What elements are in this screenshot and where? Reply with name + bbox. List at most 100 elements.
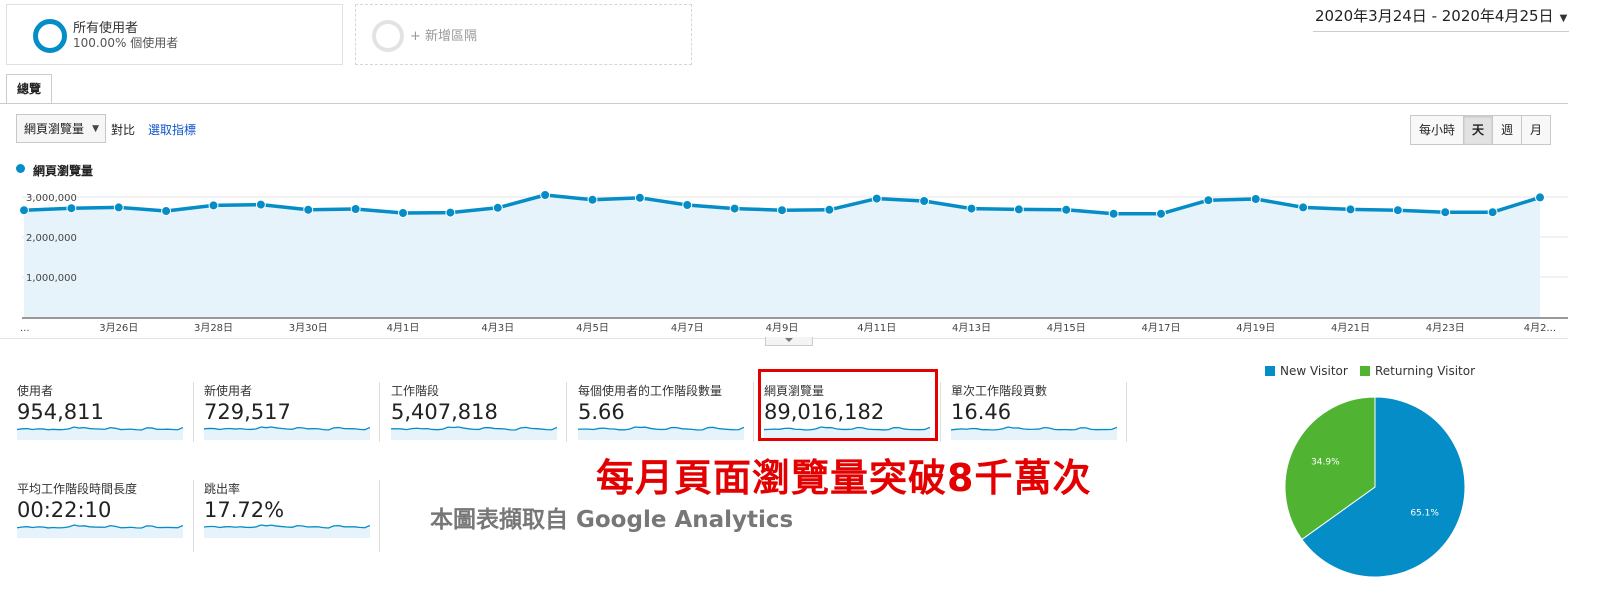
tab-overview[interactable]: 總覽 bbox=[6, 74, 52, 104]
metric-card-sessions[interactable]: 工作階段 5,407,818 bbox=[391, 382, 571, 452]
x-tick-label: 4月5日 bbox=[576, 322, 609, 334]
data-point[interactable] bbox=[66, 203, 77, 214]
metric-card-users[interactable]: 使用者 954,811 bbox=[17, 382, 197, 452]
sparkline bbox=[204, 426, 370, 440]
data-point[interactable] bbox=[871, 193, 882, 204]
y-tick-label: 2,000,000 bbox=[26, 233, 77, 244]
metric-divider bbox=[193, 382, 194, 442]
data-point[interactable] bbox=[492, 202, 503, 213]
x-tick-label: 4月13日 bbox=[952, 322, 991, 334]
metric-divider bbox=[753, 382, 754, 442]
data-point[interactable] bbox=[161, 206, 172, 216]
x-tick-label: 4月19日 bbox=[1236, 322, 1275, 334]
visitor-type-pie-chart: 65.1% 34.9% bbox=[1284, 396, 1466, 578]
pie-slice-label: 34.9% bbox=[1311, 458, 1340, 468]
metric-value: 954,811 bbox=[17, 400, 104, 424]
data-point[interactable] bbox=[777, 205, 787, 216]
segment-subtitle: 100.00% 個使用者 bbox=[73, 36, 179, 50]
x-tick-label: 3月28日 bbox=[194, 322, 233, 334]
metric-divider bbox=[940, 382, 941, 442]
collapse-chart-handle[interactable] bbox=[765, 337, 813, 346]
pageviews-highlight-box bbox=[758, 369, 938, 441]
pie-legend-new: New Visitor bbox=[1265, 364, 1348, 378]
data-point[interactable] bbox=[19, 205, 29, 216]
sparkline bbox=[17, 426, 183, 440]
data-point[interactable] bbox=[966, 203, 977, 214]
data-point[interactable] bbox=[398, 208, 408, 218]
chevron-down-icon: ▼ bbox=[92, 124, 99, 134]
data-point[interactable] bbox=[634, 192, 645, 203]
data-point[interactable] bbox=[1108, 208, 1119, 219]
metric-card-sessions-per-user[interactable]: 每個使用者的工作階段數量 5.66 bbox=[578, 382, 758, 452]
data-point[interactable] bbox=[1392, 205, 1403, 216]
metric-card-new-users[interactable]: 新使用者 729,517 bbox=[204, 382, 384, 452]
data-point[interactable] bbox=[113, 202, 124, 213]
metric-card-bounce-rate[interactable]: 跳出率 17.72% bbox=[204, 480, 384, 550]
metric-label: 工作階段 bbox=[391, 384, 440, 398]
legend-swatch bbox=[1360, 366, 1370, 376]
data-point[interactable] bbox=[350, 204, 361, 214]
metric-divider bbox=[193, 480, 194, 552]
range-month-button[interactable]: 月 bbox=[1522, 116, 1551, 144]
data-point[interactable] bbox=[1061, 204, 1072, 215]
data-point[interactable] bbox=[1487, 207, 1498, 218]
range-hourly-button[interactable]: 每小時 bbox=[1411, 116, 1465, 144]
metric-card-pages-per-session[interactable]: 單次工作階段頁數 16.46 bbox=[951, 382, 1131, 452]
metric-label: 使用者 bbox=[17, 384, 54, 398]
sparkline bbox=[578, 426, 744, 440]
date-range-picker[interactable]: 2020年3月24日 - 2020年4月25日 ▼ bbox=[1313, 5, 1570, 32]
x-tick-label: 4月15日 bbox=[1047, 322, 1086, 334]
segment-all-users[interactable]: 所有使用者 100.00% 個使用者 bbox=[6, 4, 343, 65]
data-point[interactable] bbox=[682, 200, 693, 210]
metric-label: 新使用者 bbox=[204, 384, 253, 398]
pageviews-line-chart: 1,000,000 2,000,000 3,000,000... 3月26日 3月28日… bbox=[19, 185, 1568, 334]
metric-select[interactable]: 網頁瀏覽量 ▼ bbox=[16, 114, 106, 143]
x-tick-label: 4月9日 bbox=[766, 322, 799, 334]
sparkline-line bbox=[17, 426, 183, 431]
legend-swatch bbox=[1265, 366, 1275, 376]
data-point[interactable] bbox=[1250, 194, 1261, 204]
range-day-button[interactable]: 天 bbox=[1464, 116, 1494, 144]
data-point[interactable] bbox=[729, 203, 740, 214]
metric-label: 每個使用者的工作階段數量 bbox=[578, 384, 723, 398]
data-point[interactable] bbox=[1203, 195, 1214, 206]
sparkline-line bbox=[17, 524, 183, 529]
pie-legend-returning: Returning Visitor bbox=[1360, 364, 1475, 378]
x-tick-label: 4月7日 bbox=[671, 322, 704, 334]
chart-legend-label: 網頁瀏覽量 bbox=[33, 164, 94, 178]
metric-divider bbox=[1126, 382, 1127, 442]
date-range-label: 2020年3月24日 - 2020年4月25日 bbox=[1315, 7, 1554, 25]
x-tick-label: 4月2... bbox=[1524, 322, 1556, 334]
data-point[interactable] bbox=[919, 196, 930, 206]
chevron-down-icon: ▼ bbox=[1559, 13, 1568, 24]
time-granularity-group: 每小時 天 週 月 bbox=[1410, 115, 1552, 145]
metric-value: 5,407,818 bbox=[391, 400, 498, 424]
legend-label: New Visitor bbox=[1280, 364, 1348, 378]
x-tick-label: 3月30日 bbox=[289, 322, 328, 334]
sparkline bbox=[204, 524, 370, 538]
empty-ring-icon bbox=[372, 20, 404, 52]
data-point[interactable] bbox=[1298, 202, 1309, 213]
choose-metric-link[interactable]: 選取指標 bbox=[148, 121, 196, 138]
data-point[interactable] bbox=[255, 199, 266, 210]
sparkline bbox=[951, 426, 1117, 440]
range-week-button[interactable]: 週 bbox=[1493, 116, 1523, 144]
data-point[interactable] bbox=[208, 200, 219, 211]
data-point[interactable] bbox=[824, 204, 835, 215]
data-point[interactable] bbox=[540, 190, 551, 200]
metric-divider bbox=[566, 382, 567, 442]
data-point[interactable] bbox=[303, 204, 314, 215]
metric-label: 單次工作階段頁數 bbox=[951, 384, 1048, 398]
metric-card-avg-session-duration[interactable]: 平均工作階段時間長度 00:22:10 bbox=[17, 480, 197, 550]
add-segment-button[interactable]: + 新增區隔 bbox=[355, 4, 692, 65]
data-point[interactable] bbox=[1440, 207, 1451, 218]
data-point[interactable] bbox=[1156, 208, 1166, 219]
segment-ring-icon bbox=[33, 19, 67, 53]
x-tick-label: 4月1日 bbox=[387, 322, 420, 334]
data-point[interactable] bbox=[1013, 204, 1024, 215]
data-point[interactable] bbox=[445, 207, 456, 218]
data-point[interactable] bbox=[587, 194, 598, 205]
metric-value: 17.72% bbox=[204, 498, 285, 522]
data-point[interactable] bbox=[1345, 204, 1356, 215]
data-point[interactable] bbox=[1535, 192, 1545, 203]
